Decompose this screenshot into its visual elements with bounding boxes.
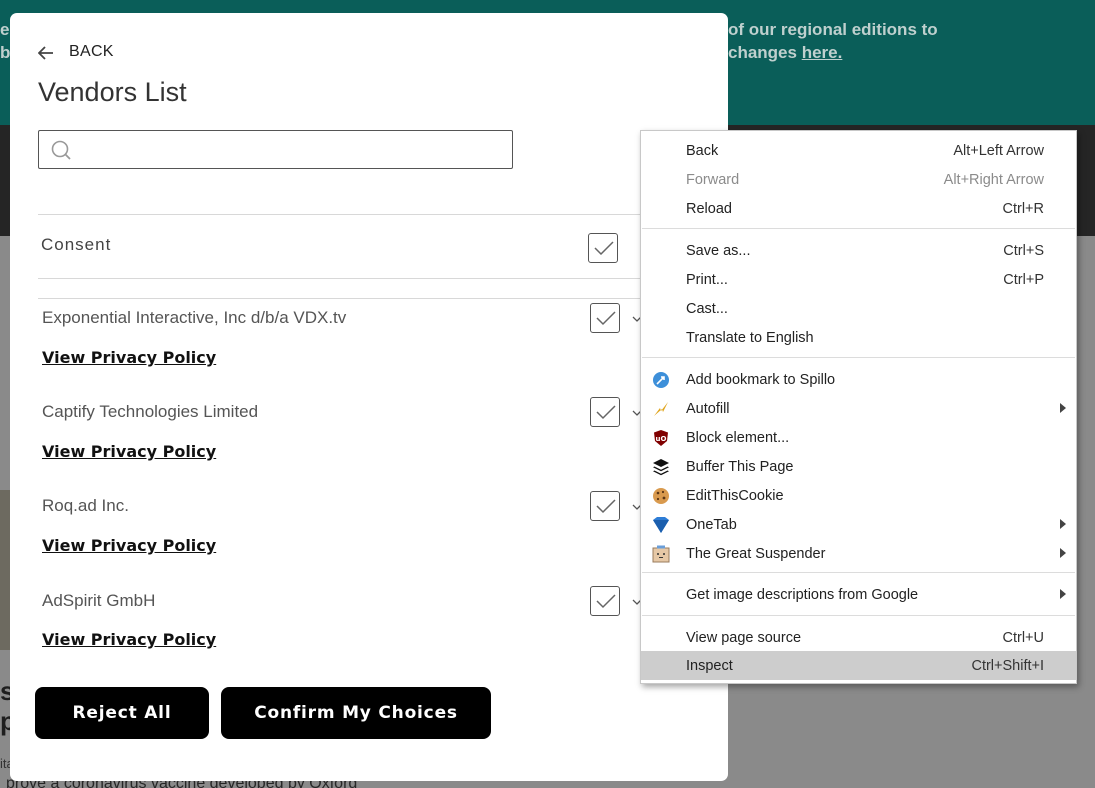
checkmark-icon xyxy=(596,594,616,609)
menu-item-great-suspender[interactable]: The Great Suspender xyxy=(641,539,1076,568)
banner-text: of our regional editions to changes here… xyxy=(728,20,938,62)
privacy-policy-link[interactable]: View Privacy Policy xyxy=(42,442,216,461)
menu-item-translate[interactable]: Translate to English xyxy=(641,323,1076,352)
ublock-icon: uO xyxy=(654,430,668,446)
vendors-modal: BACK Vendors List Consent Exponential In… xyxy=(10,13,728,781)
divider xyxy=(38,214,728,215)
menu-item-label: Get image descriptions from Google xyxy=(686,586,919,603)
menu-item-shortcut: Ctrl+R xyxy=(1002,200,1045,217)
menu-item-label: Forward xyxy=(686,171,740,188)
buffer-icon xyxy=(653,459,669,476)
vendor-checkbox[interactable] xyxy=(590,586,620,616)
menu-separator xyxy=(642,357,1075,358)
privacy-policy-link[interactable]: View Privacy Policy xyxy=(42,630,216,649)
menu-item-label: Add bookmark to Spillo xyxy=(686,371,836,388)
menu-item-label: Translate to English xyxy=(686,329,814,346)
menu-item-inspect[interactable]: Inspect Ctrl+Shift+I xyxy=(641,651,1076,680)
page-title: Vendors List xyxy=(38,77,187,107)
submenu-arrow-icon xyxy=(1060,589,1066,599)
vendor-name: Captify Technologies Limited xyxy=(42,402,259,421)
menu-item-shortcut: Alt+Left Arrow xyxy=(953,142,1044,159)
reject-all-button[interactable]: Reject All xyxy=(35,687,209,739)
divider xyxy=(38,298,728,299)
menu-item-buffer[interactable]: Buffer This Page xyxy=(641,452,1076,481)
menu-item-label: Autofill xyxy=(686,400,730,417)
menu-item-label: Buffer This Page xyxy=(686,458,794,475)
svg-text:uO: uO xyxy=(656,435,667,443)
menu-item-shortcut: Ctrl+U xyxy=(1002,629,1045,646)
submenu-arrow-icon xyxy=(1060,403,1066,413)
menu-item-label: OneTab xyxy=(686,516,737,533)
article-thumbnail xyxy=(0,490,10,650)
menu-item-spillo[interactable]: Add bookmark to Spillo xyxy=(641,365,1076,394)
vendor-search xyxy=(38,130,513,169)
menu-item-shortcut: Ctrl+P xyxy=(1003,271,1044,288)
menu-item-label: View page source xyxy=(686,629,802,646)
menu-item-view-source[interactable]: View page source Ctrl+U xyxy=(641,623,1076,652)
submenu-arrow-icon xyxy=(1060,548,1066,558)
back-button[interactable]: BACK xyxy=(37,43,114,61)
menu-item-back[interactable]: Back Alt+Left Arrow xyxy=(641,136,1076,165)
privacy-policy-link[interactable]: View Privacy Policy xyxy=(42,536,216,555)
checkmark-icon xyxy=(594,241,614,256)
consent-all-checkbox[interactable] xyxy=(588,233,618,263)
menu-item-label: Print... xyxy=(686,271,728,288)
vendor-name: Exponential Interactive, Inc d/b/a VDX.t… xyxy=(42,308,347,327)
banner-left-text: e b xyxy=(0,20,11,62)
menu-item-label: Block element... xyxy=(686,429,790,446)
menu-item-shortcut: Ctrl+Shift+I xyxy=(971,657,1044,674)
vendor-checkbox[interactable] xyxy=(590,491,620,521)
menu-item-label: Back xyxy=(686,142,719,159)
menu-item-save-as[interactable]: Save as... Ctrl+S xyxy=(641,236,1076,265)
menu-item-autofill[interactable]: Autofill xyxy=(641,394,1076,423)
checkmark-icon xyxy=(596,311,616,326)
vendor-name: Roq.ad Inc. xyxy=(42,496,129,515)
checkmark-icon xyxy=(596,499,616,514)
menu-item-forward: Forward Alt+Right Arrow xyxy=(641,165,1076,194)
cookie-icon xyxy=(653,488,669,504)
privacy-policy-link[interactable]: View Privacy Policy xyxy=(42,348,216,367)
menu-item-label: Reload xyxy=(686,200,732,217)
menu-item-print[interactable]: Print... Ctrl+P xyxy=(641,265,1076,294)
consent-label: Consent xyxy=(41,235,112,254)
menu-item-shortcut: Ctrl+S xyxy=(1003,242,1044,259)
autofill-icon xyxy=(654,402,668,416)
menu-separator xyxy=(642,228,1075,229)
menu-item-editthiscookie[interactable]: EditThisCookie xyxy=(641,481,1076,510)
context-menu: Back Alt+Left Arrow Forward Alt+Right Ar… xyxy=(640,130,1077,684)
onetab-icon xyxy=(653,517,669,533)
great-suspender-icon xyxy=(652,545,670,563)
checkmark-icon xyxy=(596,405,616,420)
menu-item-shortcut: Alt+Right Arrow xyxy=(943,171,1044,188)
spillo-icon xyxy=(653,372,669,388)
menu-item-cast[interactable]: Cast... xyxy=(641,294,1076,323)
menu-item-label: The Great Suspender xyxy=(686,545,826,562)
menu-item-label: Cast... xyxy=(686,300,728,317)
search-icon xyxy=(51,140,73,162)
menu-item-block-element[interactable]: uO Block element... xyxy=(641,423,1076,452)
vendor-checkbox[interactable] xyxy=(590,397,620,427)
vendor-name: AdSpirit GmbH xyxy=(42,591,156,610)
banner-link[interactable]: here. xyxy=(802,43,843,62)
menu-item-label: EditThisCookie xyxy=(686,487,784,504)
confirm-choices-button[interactable]: Confirm My Choices xyxy=(221,687,491,739)
arrow-left-icon xyxy=(37,45,58,60)
divider xyxy=(38,278,728,279)
menu-item-onetab[interactable]: OneTab xyxy=(641,510,1076,539)
search-input[interactable] xyxy=(83,131,503,167)
menu-item-label: Inspect xyxy=(686,657,733,674)
menu-item-label: Save as... xyxy=(686,242,751,259)
menu-separator xyxy=(642,615,1075,616)
vendor-checkbox[interactable] xyxy=(590,303,620,333)
submenu-arrow-icon xyxy=(1060,519,1066,529)
back-label: BACK xyxy=(69,43,114,60)
menu-item-image-descriptions[interactable]: Get image descriptions from Google xyxy=(641,580,1076,609)
menu-separator xyxy=(642,572,1075,573)
menu-item-reload[interactable]: Reload Ctrl+R xyxy=(641,194,1076,223)
